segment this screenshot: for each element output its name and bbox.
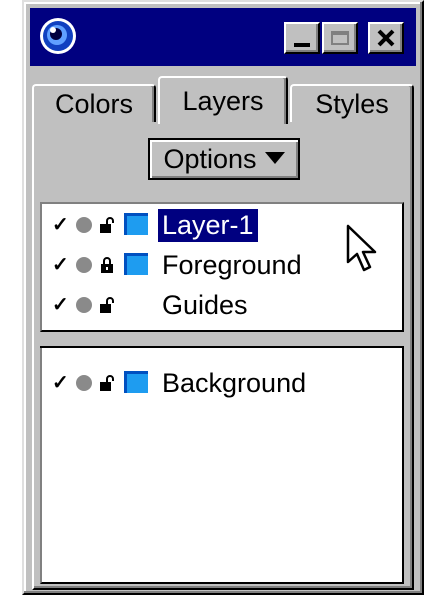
edit-dot-icon[interactable]: [76, 257, 92, 273]
layer-name[interactable]: Background: [158, 367, 310, 400]
edit-dot-icon[interactable]: [76, 375, 92, 391]
app-swirl-icon: [40, 18, 76, 54]
minimize-button[interactable]: [284, 22, 320, 54]
minimize-icon: [294, 43, 310, 47]
maximize-icon: [331, 31, 349, 45]
layer-list-splitter[interactable]: [40, 332, 404, 348]
layers-list-bottom: ✓ Background: [40, 348, 404, 584]
visibility-check-icon[interactable]: ✓: [52, 373, 74, 393]
options-label: Options: [163, 143, 257, 174]
layer-name[interactable]: Foreground: [158, 249, 306, 282]
layers-palette-window: Colors Layers Styles Options ✓ Layer-1 ✓: [22, 0, 424, 595]
maximize-button[interactable]: [322, 22, 358, 54]
dropdown-arrow-icon: [264, 152, 285, 164]
tab-layers[interactable]: Layers: [158, 76, 288, 124]
close-icon: [377, 29, 395, 47]
palette-tabs: Colors Layers Styles: [30, 74, 418, 124]
layers-panel: Options ✓ Layer-1 ✓ Foreground ✓ Guides …: [32, 122, 414, 590]
mouse-pointer-icon: [346, 224, 377, 272]
locked-icon[interactable]: [98, 256, 116, 274]
layer-color-swatch: [124, 253, 148, 275]
visibility-check-icon[interactable]: ✓: [52, 255, 74, 275]
unlocked-icon[interactable]: [98, 296, 116, 314]
layer-color-swatch: [124, 213, 148, 235]
title-bar[interactable]: [30, 8, 416, 66]
unlocked-icon[interactable]: [98, 216, 116, 234]
layer-color-swatch: [124, 371, 148, 393]
tab-styles[interactable]: Styles: [290, 84, 414, 122]
visibility-check-icon[interactable]: ✓: [52, 295, 74, 315]
layer-row-background[interactable]: ✓ Background: [42, 364, 402, 402]
layer-name[interactable]: Layer-1: [158, 208, 258, 242]
close-button[interactable]: [368, 22, 404, 54]
edit-dot-icon[interactable]: [76, 217, 92, 233]
layer-row-guides[interactable]: ✓ Guides: [42, 286, 402, 324]
unlocked-icon[interactable]: [98, 374, 116, 392]
tab-colors[interactable]: Colors: [32, 84, 156, 122]
options-button[interactable]: Options: [148, 138, 300, 180]
visibility-check-icon[interactable]: ✓: [52, 215, 74, 235]
edit-dot-icon[interactable]: [76, 297, 92, 313]
layer-name[interactable]: Guides: [158, 289, 252, 322]
